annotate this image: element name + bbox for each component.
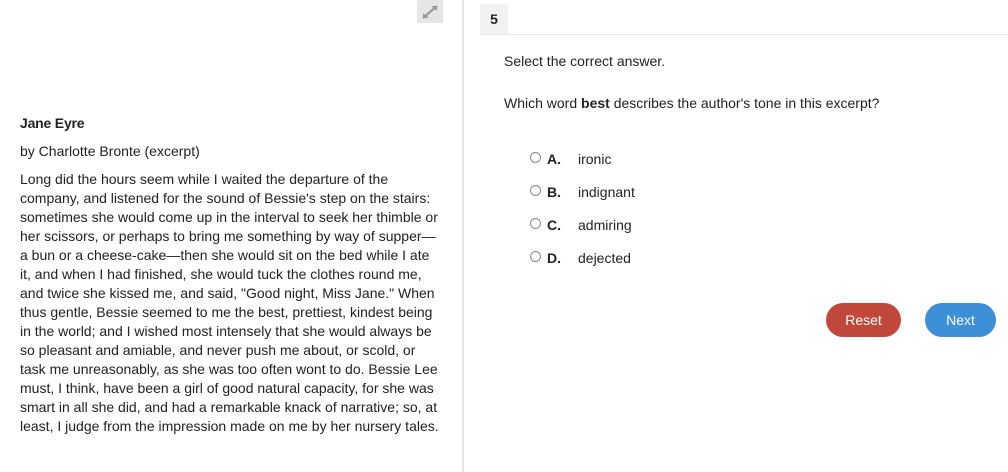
- question-pane: 5 Select the correct answer. Which word …: [464, 0, 1008, 472]
- option-b[interactable]: B. indignant: [530, 175, 635, 208]
- question-instruction: Select the correct answer.: [504, 53, 666, 69]
- next-button[interactable]: Next: [925, 303, 996, 337]
- expand-button[interactable]: [417, 0, 443, 23]
- option-letter: A.: [547, 150, 561, 167]
- answer-options: A. ironic B. indignant C. admiring D. de…: [530, 142, 635, 274]
- radio-button[interactable]: [530, 218, 541, 229]
- passage: Jane Eyre by Charlotte Bronte (excerpt) …: [20, 114, 440, 436]
- option-letter: B.: [547, 183, 561, 200]
- passage-pane: Jane Eyre by Charlotte Bronte (excerpt) …: [0, 0, 462, 472]
- question-prompt: Which word best describes the author's t…: [504, 94, 879, 112]
- option-a[interactable]: A. ironic: [530, 142, 635, 175]
- question-header: 5: [480, 4, 1008, 35]
- option-c[interactable]: C. admiring: [530, 208, 635, 241]
- prompt-emphasis: best: [581, 95, 610, 111]
- radio-button[interactable]: [530, 152, 541, 163]
- prompt-text-after: describes the author's tone in this exce…: [609, 95, 880, 111]
- option-text: ironic: [578, 150, 612, 167]
- option-text: dejected: [578, 249, 631, 266]
- question-number: 5: [480, 4, 508, 34]
- radio-button[interactable]: [530, 185, 541, 196]
- expand-arrows-icon: [422, 4, 438, 19]
- passage-body: Long did the hours seem while I waited t…: [20, 171, 439, 434]
- option-d[interactable]: D. dejected: [530, 241, 635, 274]
- passage-byline: by Charlotte Bronte (excerpt): [20, 143, 200, 159]
- option-letter: C.: [547, 216, 561, 233]
- prompt-text-before: Which word: [504, 95, 582, 111]
- option-text: admiring: [578, 216, 632, 233]
- option-text: indignant: [578, 183, 635, 200]
- reset-button[interactable]: Reset: [826, 303, 901, 337]
- radio-button[interactable]: [530, 251, 541, 262]
- passage-title: Jane Eyre: [20, 115, 85, 131]
- option-letter: D.: [547, 249, 561, 266]
